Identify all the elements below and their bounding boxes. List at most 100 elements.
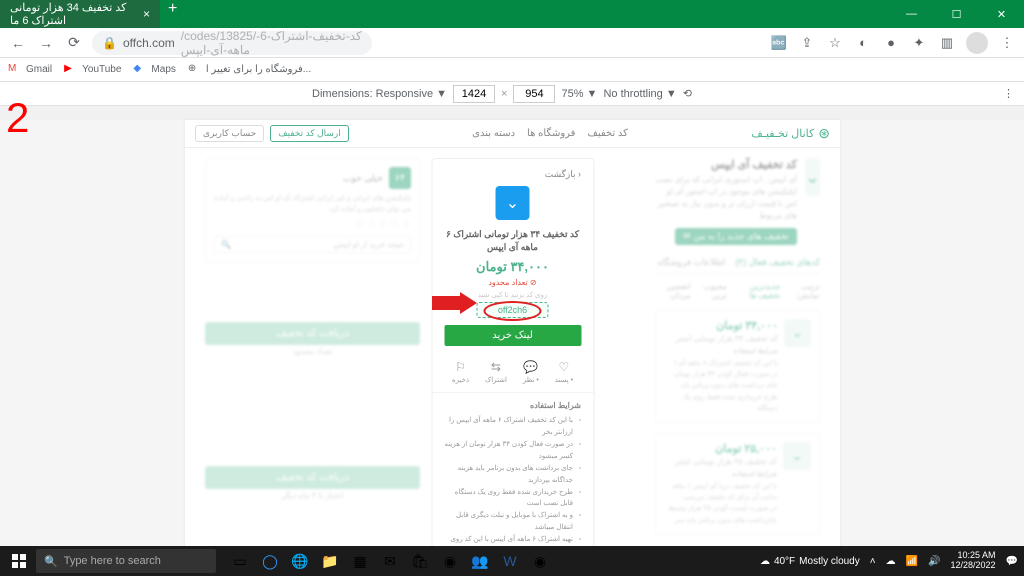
discount-modal: ‹ بازگشت ⌄ کد تخفیف ۳۴ هزار تومانی اشترا… — [431, 158, 594, 550]
sort-label: ترتیب نمایش: — [785, 282, 820, 300]
bookmark-gmail[interactable]: MGmail — [8, 63, 52, 77]
bookmark-maps[interactable]: ◆Maps — [133, 63, 175, 77]
responsive-viewport: ⊛کانال تخـفیـف کد تخفیف فروشگاه ها دسته … — [185, 120, 840, 550]
rotate-icon[interactable]: ⟲ — [683, 87, 692, 100]
clock[interactable]: 10:25 AM 12/28/2022 — [951, 551, 996, 571]
puzzle-icon[interactable]: ✦ — [910, 34, 928, 52]
edge-icon[interactable]: 🌐 — [286, 547, 314, 575]
profile-avatar[interactable] — [966, 32, 988, 54]
terms-title: شرایط استفاده — [444, 401, 581, 410]
reload-button[interactable]: ⟳ — [64, 33, 84, 53]
extension2-icon[interactable]: ● — [882, 34, 900, 52]
reading-list-icon[interactable]: ▥ — [938, 34, 956, 52]
share-icon: ⇆ — [491, 360, 501, 374]
send-code-button[interactable]: ارسال کد تخفیف — [270, 125, 349, 142]
expiry-label: اعتبار تا ۴ ماه دیگر — [205, 491, 420, 500]
search-icon: 🔍 — [44, 555, 58, 568]
card-subtitle: کد تخفیف ۳۴ هزار تومانی اشتر — [664, 334, 778, 343]
nav-stores[interactable]: فروشگاه ها — [527, 128, 575, 139]
volume-icon[interactable]: 🔊 — [928, 556, 940, 567]
forward-button[interactable]: → — [36, 33, 56, 53]
extension-icon[interactable]: ◐ — [854, 34, 872, 52]
weather-widget[interactable]: ☁ 40°F Mostly cloudy — [760, 556, 860, 567]
system-tray[interactable]: ☁ 40°F Mostly cloudy ˄ ☁ 📶 🔊 10:25 AM 12… — [760, 551, 1018, 571]
tab-store-info[interactable]: اطلاعات فروشگاه — [658, 257, 726, 268]
chrome-icon[interactable]: ◉ — [436, 547, 464, 575]
store-icon[interactable]: 🛍 — [406, 547, 434, 575]
minimize-button[interactable]: — — [889, 0, 934, 28]
word-icon[interactable]: W — [496, 547, 524, 575]
ruler-strip — [0, 106, 1024, 120]
share-action[interactable]: ⇆اشتراک — [485, 360, 507, 384]
bookmark-site[interactable]: ⊕فروشگاه را برای تغییر ا... — [188, 63, 311, 77]
like-action[interactable]: ♡• پسند — [555, 360, 573, 384]
taskbar-search[interactable]: 🔍Type here to search — [36, 549, 216, 573]
maximize-button[interactable]: ☐ — [934, 0, 979, 28]
app-logo: ⌄ — [496, 186, 530, 220]
app-icon[interactable]: ▦ — [346, 547, 374, 575]
close-window-button[interactable]: ✕ — [979, 0, 1024, 28]
annotation-step-number: 2 — [6, 94, 29, 142]
url-field[interactable]: 🔒 offch.com/codes/13825/کد-تخفیف-اشتراک-… — [92, 31, 372, 55]
account-button[interactable]: حساب کاربری — [195, 125, 264, 142]
card-logo-icon: ⌄ — [784, 319, 811, 347]
bookmarks-bar: MGmail ▶YouTube ◆Maps ⊕فروشگاه را برای ت… — [0, 58, 1024, 82]
responsive-dropdown[interactable]: Dimensions: Responsive ▼ — [312, 88, 447, 100]
tab-active-codes[interactable]: کدهای تخفیف فعال (۲) — [735, 257, 820, 268]
discount-card[interactable]: ⌄ ۲۵,۰۰۰ تومان کد تخفیف ۲۵ هزار تومانی ا… — [655, 433, 820, 535]
devtools-device-bar: Dimensions: Responsive ▼ × 75% ▼ No thro… — [0, 82, 1024, 106]
browser-tab[interactable]: کد تخفیف 34 هزار تومانی اشتراک 6 ما × — [0, 0, 160, 28]
wifi-icon[interactable]: 📶 — [906, 556, 918, 567]
share-icon[interactable]: ⇪ — [798, 34, 816, 52]
site-brand[interactable]: ⊛کانال تخـفیـف — [751, 125, 830, 142]
nav-categories[interactable]: دسته بندی — [472, 128, 515, 139]
viewport-height-input[interactable] — [513, 85, 555, 103]
buy-link-button[interactable]: لینک خرید — [444, 325, 581, 346]
explorer-icon[interactable]: 📁 — [316, 547, 344, 575]
cortana-icon[interactable]: ◯ — [256, 547, 284, 575]
url-host: offch.com — [123, 36, 175, 50]
mail-icon[interactable]: ✉ — [376, 547, 404, 575]
discount-code-chip[interactable]: off2ch6 — [477, 302, 549, 318]
discount-card[interactable]: ⌄ ۳۴,۰۰۰ تومان کد تخفیف ۳۴ هزار تومانی ا… — [655, 310, 820, 423]
get-code-button[interactable]: دریافت کد تخفیف — [205, 466, 420, 489]
modal-limited-label: ⊘ تعداد محدود — [444, 278, 581, 287]
menu-icon[interactable]: ⋮ — [998, 34, 1016, 52]
back-button[interactable]: ← — [8, 33, 28, 53]
viewport-width-input[interactable] — [453, 85, 495, 103]
throttle-dropdown[interactable]: No throttling ▼ — [603, 88, 676, 100]
nav-codes[interactable]: کد تخفیف — [587, 128, 627, 139]
search-icon: 🔍 — [221, 240, 231, 249]
chrome2-icon[interactable]: ◉ — [526, 547, 554, 575]
star-rating[interactable]: ☆ ☆ ☆ ☆ ☆ — [214, 219, 411, 230]
modal-back-link[interactable]: ‹ بازگشت — [444, 169, 581, 180]
store-info-column: ⌄ کد تخفیف آی ایپس آی ایپس ، اپ استوری ا… — [655, 158, 820, 535]
card-price: ۲۵,۰۰۰ تومان — [668, 442, 777, 455]
bookmark-icon[interactable]: ☆ — [826, 34, 844, 52]
sort-popular[interactable]: محبوب ترین — [696, 282, 727, 300]
review-widget: ۶۴ خیلی خوب اپلیکیشن های ایرانی و غیر ای… — [205, 158, 420, 262]
notify-new-codes-button[interactable]: تخفیف های جدید را به من ✉ — [675, 228, 797, 245]
comment-action[interactable]: 💬• نظر — [523, 360, 539, 384]
sort-newest[interactable]: جدیدترین تخفیف ها — [732, 282, 781, 300]
site-header: ⊛کانال تخـفیـف کد تخفیف فروشگاه ها دسته … — [185, 120, 840, 148]
tray-chevron-icon[interactable]: ˄ — [870, 556, 876, 567]
teams-icon[interactable]: 👥 — [466, 547, 494, 575]
sidebar-column: ۶۴ خیلی خوب اپلیکیشن های ایرانی و غیر ای… — [205, 158, 420, 500]
sort-expiring[interactable]: انقضین مردان — [655, 282, 691, 300]
task-view-icon[interactable]: ▭ — [226, 547, 254, 575]
translate-icon[interactable]: 🔤 — [770, 34, 788, 52]
new-tab-button[interactable]: + — [160, 0, 185, 28]
close-tab-icon[interactable]: × — [143, 7, 150, 21]
copy-hint: روی کد بزنید تا کپی شید — [444, 291, 581, 299]
store-title: کد تخفیف آی ایپس — [655, 158, 797, 171]
devtools-more-icon[interactable]: ⋮ — [1003, 87, 1014, 100]
start-button[interactable] — [6, 548, 32, 574]
onedrive-icon[interactable]: ☁ — [886, 556, 896, 567]
notifications-icon[interactable]: 💬 — [1006, 556, 1018, 567]
zoom-dropdown[interactable]: 75% ▼ — [561, 88, 597, 100]
get-code-button[interactable]: دریافت کد تخفیف — [205, 322, 420, 345]
save-action[interactable]: ⚐ذخیره — [452, 360, 469, 384]
purchase-result-input[interactable]: نتیجه خرید از او ایپس🔍 — [214, 236, 411, 253]
bookmark-youtube[interactable]: ▶YouTube — [64, 63, 121, 77]
